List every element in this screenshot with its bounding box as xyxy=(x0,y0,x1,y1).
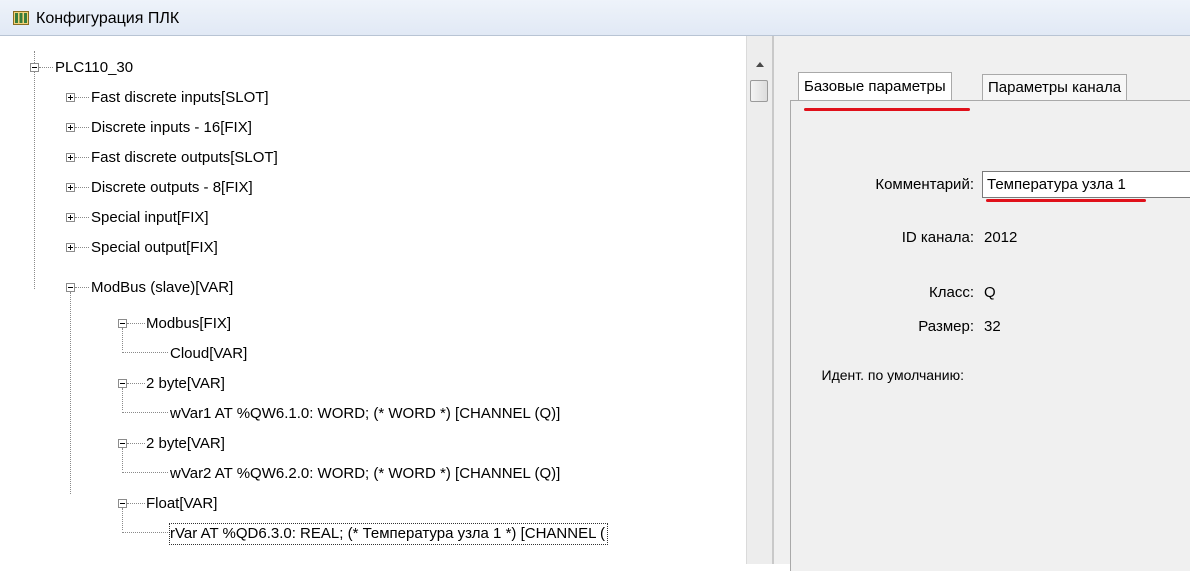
expand-icon[interactable] xyxy=(66,243,75,252)
tree-node[interactable]: 2 byte[VAR] xyxy=(0,434,400,456)
tree-node[interactable]: wVar1 AT %QW6.1.0: WORD; (* WORD *) [CHA… xyxy=(0,404,740,426)
tree-node[interactable]: Special input[FIX] xyxy=(0,208,400,230)
comment-input[interactable] xyxy=(982,171,1190,198)
collapse-icon[interactable] xyxy=(118,319,127,328)
collapse-icon[interactable] xyxy=(66,283,75,292)
class-label: Класс: xyxy=(929,284,974,301)
window-titlebar: Конфигурация ПЛК xyxy=(0,0,1190,36)
plc-config-icon xyxy=(13,11,29,25)
size-value: 32 xyxy=(984,318,1001,335)
tab-basic-params[interactable]: Базовые параметры xyxy=(798,72,952,100)
tree-node[interactable]: Fast discrete inputs[SLOT] xyxy=(0,88,400,110)
tree-node-label: ModBus (slave)[VAR] xyxy=(91,279,234,296)
tree-node[interactable]: Float[VAR] xyxy=(0,494,400,516)
tree-node[interactable]: Special output[FIX] xyxy=(0,238,400,260)
tree-node[interactable]: Discrete inputs - 16[FIX] xyxy=(0,118,400,140)
comment-label: Комментарий: xyxy=(875,176,974,193)
tree-node[interactable]: ModBus (slave)[VAR] xyxy=(0,278,400,300)
tree-node[interactable]: 2 byte[VAR] xyxy=(0,374,400,396)
tree-scrollbar[interactable] xyxy=(746,36,772,564)
tree-node[interactable]: wVar2 AT %QW6.2.0: WORD; (* WORD *) [CHA… xyxy=(0,464,740,486)
tree-node-label: Discrete inputs - 16[FIX] xyxy=(91,119,252,136)
default-id-label: Идент. по умолчанию: xyxy=(821,367,964,383)
tree-node-label: Modbus[FIX] xyxy=(146,315,232,332)
tree-node-label: PLC110_30 xyxy=(55,59,134,76)
channel-id-label: ID канала: xyxy=(901,229,974,246)
class-value: Q xyxy=(984,284,996,301)
collapse-icon[interactable] xyxy=(30,63,39,72)
tree-node-label: 2 byte[VAR] xyxy=(146,375,225,392)
channel-properties-pane: Базовые параметры Параметры канала Комме… xyxy=(774,36,1190,571)
tree-node[interactable]: Modbus[FIX] xyxy=(0,314,400,336)
tree-node[interactable]: Cloud[VAR] xyxy=(0,344,400,366)
expand-icon[interactable] xyxy=(66,123,75,132)
tree-node-label: wVar1 AT %QW6.1.0: WORD; (* WORD *) [CHA… xyxy=(170,405,561,422)
config-tree-pane: PLC110_30 Fast discrete inputs[SLOT] Dis… xyxy=(0,36,772,564)
expand-icon[interactable] xyxy=(66,183,75,192)
tree-node-label: rVar AT %QD6.3.0: REAL; (* Температура у… xyxy=(168,523,609,545)
tree-node[interactable]: Discrete outputs - 8[FIX] xyxy=(0,178,400,200)
highlight-underline xyxy=(804,108,970,111)
expand-icon[interactable] xyxy=(66,93,75,102)
tree-node-label: Discrete outputs - 8[FIX] xyxy=(91,179,253,196)
tree-node-label: Float[VAR] xyxy=(146,495,218,512)
size-label: Размер: xyxy=(918,318,974,335)
tree-node-label: Cloud[VAR] xyxy=(170,345,248,362)
tree-node-label: Special input[FIX] xyxy=(91,209,209,226)
collapse-icon[interactable] xyxy=(118,499,127,508)
highlight-underline xyxy=(986,199,1146,202)
collapse-icon[interactable] xyxy=(118,439,127,448)
scroll-up-icon[interactable] xyxy=(756,62,764,67)
tree-node-label: wVar2 AT %QW6.2.0: WORD; (* WORD *) [CHA… xyxy=(170,465,561,482)
expand-icon[interactable] xyxy=(66,213,75,222)
tree-node-label: Fast discrete inputs[SLOT] xyxy=(91,89,269,106)
expand-icon[interactable] xyxy=(66,153,75,162)
tree-node-root[interactable]: PLC110_30 xyxy=(0,58,300,80)
tree-node-selected[interactable]: rVar AT %QD6.3.0: REAL; (* Температура у… xyxy=(0,523,746,546)
tree-node-label: Fast discrete outputs[SLOT] xyxy=(91,149,278,166)
tree-node[interactable]: Fast discrete outputs[SLOT] xyxy=(0,148,400,170)
config-tree: PLC110_30 Fast discrete inputs[SLOT] Dis… xyxy=(0,36,746,564)
tree-node-label: Special output[FIX] xyxy=(91,239,218,256)
collapse-icon[interactable] xyxy=(118,379,127,388)
scroll-thumb[interactable] xyxy=(750,80,768,102)
tab-channel-params[interactable]: Параметры канала xyxy=(982,74,1128,100)
tree-node-label: 2 byte[VAR] xyxy=(146,435,225,452)
window-title: Конфигурация ПЛК xyxy=(36,10,180,27)
channel-id-value: 2012 xyxy=(984,229,1018,246)
